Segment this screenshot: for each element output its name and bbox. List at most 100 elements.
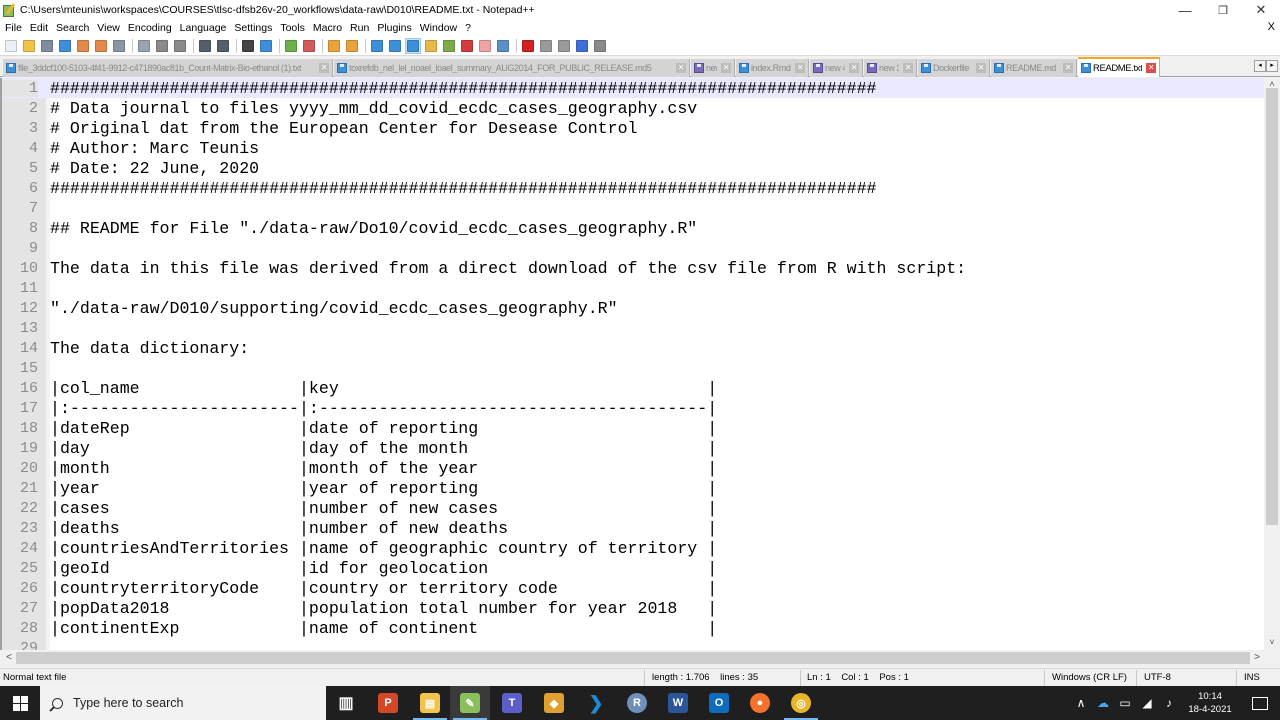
indent-guide-button[interactable] <box>405 37 421 54</box>
editor-line[interactable]: 26 |countryterritoryCode |country or terr… <box>2 578 1266 598</box>
playback-macro-button[interactable] <box>556 38 572 54</box>
menu-language[interactable]: Language <box>176 22 231 34</box>
editor-line[interactable]: 13 <box>2 318 1266 338</box>
menu-help[interactable]: ? <box>461 22 475 34</box>
minimize-button[interactable]: — <box>1166 0 1204 20</box>
taskbar-app-firefox[interactable]: ● <box>740 686 780 720</box>
doc-map-button[interactable] <box>441 38 457 54</box>
document-tab[interactable]: README.txt ✕ <box>1078 57 1160 77</box>
taskbar-app-notepad-plus-plus[interactable]: ✎ <box>450 686 490 720</box>
show-hidden-icons-chevron[interactable]: ∧ <box>1070 696 1092 710</box>
menu-edit[interactable]: Edit <box>26 22 52 34</box>
doc-monitor-button[interactable] <box>495 38 511 54</box>
editor-line[interactable]: 14 The data dictionary: <box>2 338 1266 358</box>
run-macro-multiple-button[interactable] <box>574 38 590 54</box>
function-list-button[interactable] <box>459 38 475 54</box>
taskbar-app-powerpoint[interactable]: P <box>368 686 408 720</box>
save-button[interactable] <box>39 38 55 54</box>
document-tab[interactable]: new 3 ✕ <box>864 59 917 77</box>
horizontal-scrollbar[interactable]: < > <box>2 650 1264 666</box>
vertical-scroll-thumb[interactable] <box>1266 88 1278 525</box>
text-editor[interactable]: 1 #######################################… <box>0 78 1280 650</box>
editor-line[interactable]: 4 # Author: Marc Teunis <box>2 138 1266 158</box>
sync-vertical-button[interactable] <box>326 38 342 54</box>
editor-line[interactable]: 21 |year |year of reporting | <box>2 478 1266 498</box>
tab-close-icon[interactable]: ✕ <box>903 63 913 73</box>
taskbar-app-word[interactable]: W <box>658 686 698 720</box>
editor-line[interactable]: 1 #######################################… <box>2 78 1266 98</box>
menu-encoding[interactable]: Encoding <box>124 22 176 34</box>
scroll-left-arrow[interactable]: < <box>2 650 16 666</box>
find-button[interactable] <box>240 38 256 54</box>
menu-settings[interactable]: Settings <box>230 22 276 34</box>
editor-line[interactable]: 12 "./data-raw/D010/supporting/covid_ecdc… <box>2 298 1266 318</box>
record-macro-button[interactable] <box>520 38 536 54</box>
editor-line[interactable]: 22 |cases |number of new cases | <box>2 498 1266 518</box>
tab-close-icon[interactable]: ✕ <box>721 63 731 73</box>
udl-button[interactable] <box>423 38 439 54</box>
volume-icon[interactable]: ♪ <box>1158 696 1180 710</box>
menu-search[interactable]: Search <box>52 22 93 34</box>
editor-line[interactable]: 10 The data in this file was derived from… <box>2 258 1266 278</box>
print-button[interactable] <box>111 38 127 54</box>
close-window-button[interactable]: ✕ <box>1242 0 1280 20</box>
taskbar-app-file-explorer[interactable]: ▤ <box>410 686 450 720</box>
save-macro-button[interactable] <box>592 38 608 54</box>
tab-close-icon[interactable]: ✕ <box>1146 63 1156 73</box>
restore-button[interactable]: ❐ <box>1204 0 1242 20</box>
taskbar-app-task-view[interactable]: ▥ <box>326 686 366 720</box>
menu-tools[interactable]: Tools <box>276 22 309 34</box>
editor-line[interactable]: 5 # Date: 22 June, 2020 <box>2 158 1266 178</box>
editor-line[interactable]: 28 |continentExp |name of continent | <box>2 618 1266 638</box>
sync-horizontal-button[interactable] <box>344 38 360 54</box>
undo-button[interactable] <box>197 38 213 54</box>
copy-button[interactable] <box>154 38 170 54</box>
tab-close-icon[interactable]: ✕ <box>976 63 986 73</box>
stop-recording-button[interactable] <box>538 38 554 54</box>
taskbar-app-teams[interactable]: T <box>492 686 532 720</box>
document-tab[interactable]: toxrefdb_nel_lel_noael_loael_summary_AUG… <box>334 59 690 77</box>
wifi-icon[interactable]: ◢ <box>1136 696 1158 710</box>
editor-line[interactable]: 7 <box>2 198 1266 218</box>
word-wrap-button[interactable] <box>369 38 385 54</box>
document-tab[interactable]: README.md ✕ <box>991 59 1077 77</box>
tab-close-icon[interactable]: ✕ <box>319 63 329 73</box>
document-tab[interactable]: new 4 ✕ <box>810 59 863 77</box>
new-file-button[interactable] <box>3 38 19 54</box>
menu-window[interactable]: Window <box>416 22 461 34</box>
cut-button[interactable] <box>136 38 152 54</box>
editor-line[interactable]: 20 |month |month of the year | <box>2 458 1266 478</box>
tab-close-icon[interactable]: ✕ <box>676 63 686 73</box>
editor-line[interactable]: 3 # Original dat from the European Center… <box>2 118 1266 138</box>
folder-workspace-button[interactable] <box>477 38 493 54</box>
document-tab[interactable]: index.Rmd ✕ <box>736 59 809 77</box>
scroll-right-arrow[interactable]: > <box>1250 650 1264 666</box>
editor-line[interactable]: 6 #######################################… <box>2 178 1266 198</box>
onedrive-icon[interactable]: ☁ <box>1092 696 1114 710</box>
open-file-button[interactable] <box>21 38 37 54</box>
menu-view[interactable]: View <box>93 22 124 34</box>
document-tab[interactable]: new 2 ✕ <box>691 59 735 77</box>
replace-button[interactable] <box>258 38 274 54</box>
editor-line[interactable]: 24 |countriesAndTerritories |name of geog… <box>2 538 1266 558</box>
editor-line[interactable]: 2 # Data journal to files yyyy_mm_dd_covi… <box>2 98 1266 118</box>
zoom-out-button[interactable] <box>301 38 317 54</box>
close-button[interactable] <box>75 38 91 54</box>
editor-line[interactable]: 29 <box>2 638 1266 651</box>
horizontal-scroll-thumb[interactable] <box>16 652 1250 664</box>
zoom-in-button[interactable] <box>283 38 299 54</box>
paste-button[interactable] <box>172 38 188 54</box>
menu-macro[interactable]: Macro <box>309 22 346 34</box>
document-tab[interactable]: Dockerfile ✕ <box>918 59 990 77</box>
taskbar-app-r-gui[interactable]: R <box>617 686 657 720</box>
editor-line[interactable]: 16 |col_name |key | <box>2 378 1266 398</box>
editor-line[interactable]: 19 |day |day of the month | <box>2 438 1266 458</box>
editor-line[interactable]: 11 <box>2 278 1266 298</box>
editor-line[interactable]: 17 |:-----------------------|:-----------… <box>2 398 1266 418</box>
start-button[interactable] <box>0 686 40 720</box>
show-all-chars-button[interactable] <box>387 38 403 54</box>
taskbar-app-chrome-canary[interactable]: ◎ <box>781 686 821 720</box>
notification-center-button[interactable] <box>1240 686 1280 720</box>
menu-run[interactable]: Run <box>346 22 373 34</box>
taskbar-app-outlook[interactable]: O <box>699 686 739 720</box>
